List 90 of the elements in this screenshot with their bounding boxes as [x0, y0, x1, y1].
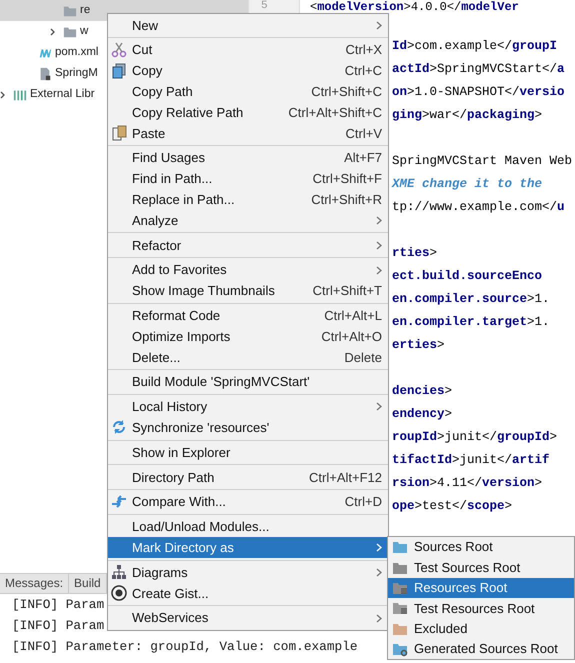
menu-item[interactable]: Copy Ctrl+C	[108, 60, 388, 82]
tree-item[interactable]: w	[80, 22, 88, 40]
scissors-icon	[111, 42, 127, 58]
shortcut-label: Ctrl+Shift+C	[311, 83, 382, 102]
shortcut-label: Ctrl+Shift+R	[311, 191, 382, 210]
file-icon	[38, 66, 52, 80]
sync-icon	[111, 419, 127, 436]
code-line: actId>SpringMVCStart</a	[392, 61, 565, 78]
hierarchy-icon	[111, 564, 127, 580]
menu-item[interactable]: Cut Ctrl+X	[108, 40, 388, 61]
code-line: en.compiler.source>1.	[392, 291, 550, 308]
arrows-icon	[111, 494, 127, 510]
copy-icon	[111, 62, 127, 79]
emblem-icon	[111, 584, 127, 601]
menu-item[interactable]: Show in Explorer	[108, 442, 388, 463]
menu-item[interactable]: WebServices	[108, 608, 388, 629]
tree-item[interactable]: re	[80, 2, 90, 20]
code-line: SpringMVCStart Maven Web	[392, 153, 572, 170]
code-line: <modelVersion>4.0.0</modelVer	[310, 0, 519, 14]
code-line: en.compiler.target>1.	[392, 314, 550, 331]
menu-item[interactable]: New	[108, 15, 388, 36]
expand-chevron-icon[interactable]	[0, 90, 5, 98]
code-line: tifactId>junit</artif	[392, 452, 550, 469]
menu-item[interactable]: Test Resources Root	[388, 598, 574, 619]
tree-item[interactable]: SpringM	[55, 64, 98, 82]
console-line: [INFO] Param	[12, 597, 104, 612]
menu-item[interactable]: Add to Favorites	[108, 260, 388, 281]
code-line: ect.build.sourceEnco	[392, 268, 542, 285]
code-line: endency>	[392, 406, 452, 423]
console-line: [INFO] Param	[12, 618, 104, 633]
menu-item[interactable]: Local History	[108, 396, 388, 418]
menu-item[interactable]: Find in Path... Ctrl+Shift+F	[108, 168, 388, 190]
menu-item[interactable]: Directory Path Ctrl+Alt+F12	[108, 466, 388, 488]
code-line: ging>war</packaging>	[392, 107, 542, 124]
shortcut-label: Ctrl+Shift+T	[312, 282, 382, 300]
folder-icon	[63, 4, 77, 18]
code-line: Id>com.example</groupI	[392, 38, 558, 55]
menu-item[interactable]: Generated Sources Root	[388, 638, 574, 660]
menu-item[interactable]: Mark Directory as	[108, 537, 388, 558]
panel-tab[interactable]: Build	[69, 574, 107, 593]
shortcut-label: Ctrl+Alt+L	[324, 307, 382, 325]
menu-item[interactable]: Test Sources Root	[388, 557, 574, 578]
shortcut-label: Ctrl+C	[344, 62, 382, 80]
code-line: rsion>4.11</version>	[392, 475, 542, 492]
menu-item[interactable]: Copy Path Ctrl+Shift+C	[108, 81, 388, 102]
shortcut-label: Ctrl+D	[344, 493, 382, 512]
clipboard-icon	[111, 124, 127, 141]
menu-item[interactable]: Sources Root	[388, 537, 574, 558]
code-line: ope>test</scope>	[392, 498, 512, 515]
menu-item[interactable]: Paste Ctrl+V	[108, 122, 388, 144]
code-line: on>1.0-SNAPSHOT</versio	[392, 84, 565, 101]
menu-item[interactable]: Copy Relative Path Ctrl+Alt+Shift+C	[108, 102, 388, 123]
menu-item[interactable]: Compare With... Ctrl+D	[108, 492, 388, 513]
tree-item[interactable]: pom.xml	[55, 44, 98, 62]
expand-chevron-icon[interactable]	[50, 28, 55, 36]
library-icon	[13, 88, 27, 102]
menu-item[interactable]: Load/Unload Modules...	[108, 516, 388, 538]
shortcut-label: Ctrl+Alt+Shift+C	[288, 104, 382, 122]
panel-tab[interactable]: Messages:	[0, 574, 70, 593]
menu-item[interactable]: Replace in Path... Ctrl+Shift+R	[108, 189, 388, 210]
line-number: 5	[261, 0, 268, 12]
shortcut-label: Alt+F7	[344, 149, 382, 168]
code-line: tp://www.example.com</u	[392, 199, 565, 216]
menu-item[interactable]: Resources Root	[388, 578, 574, 598]
menu-item[interactable]: Reformat Code Ctrl+Alt+L	[108, 305, 388, 326]
menu-item[interactable]: Build Module 'SpringMVCStart'	[108, 372, 388, 393]
folder-icon	[63, 24, 77, 38]
menu-item[interactable]: Optimize Imports Ctrl+Alt+O	[108, 326, 388, 347]
code-line: rties>	[392, 245, 438, 262]
tree-item[interactable]: External Libr	[30, 86, 95, 104]
console-line: [INFO] Parameter: groupId, Value: com.example	[12, 639, 358, 654]
code-line: erties>	[392, 337, 445, 354]
menu-item[interactable]: Diagrams	[108, 562, 388, 583]
menu-item[interactable]: Synchronize 'resources'	[108, 417, 388, 438]
shortcut-label: Ctrl+X	[346, 41, 382, 60]
menu-item[interactable]: Refactor	[108, 234, 388, 256]
menu-item[interactable]: Analyze	[108, 210, 388, 231]
menu-item[interactable]: Excluded	[388, 618, 574, 639]
shortcut-label: Ctrl+Alt+F12	[309, 468, 382, 487]
menu-item[interactable]: Create Gist...	[108, 582, 388, 604]
menu-item[interactable]: Find Usages Alt+F7	[108, 148, 388, 169]
code-line: roupId>junit</groupId>	[392, 429, 558, 446]
shortcut-label: Ctrl+V	[346, 124, 382, 143]
shortcut-label: Delete	[344, 348, 382, 367]
menu-item[interactable]: Delete... Delete	[108, 346, 388, 368]
menu-item[interactable]: Show Image Thumbnails Ctrl+Shift+T	[108, 280, 388, 302]
code-line: dencies>	[392, 383, 452, 400]
comment-line: XME change it to the	[392, 176, 542, 193]
shortcut-label: Ctrl+Alt+O	[321, 328, 382, 346]
shortcut-label: Ctrl+Shift+F	[312, 170, 382, 188]
